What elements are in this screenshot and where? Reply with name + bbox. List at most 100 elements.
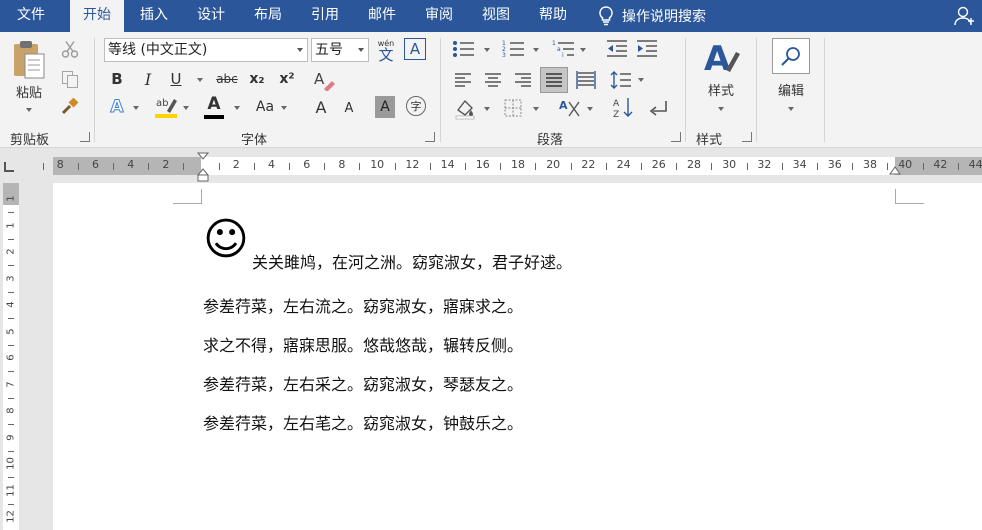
underline-dropdown-arrow[interactable] [197, 78, 203, 82]
smiley-emoji[interactable]: ☺ [203, 215, 251, 265]
font-launcher[interactable] [425, 132, 435, 142]
format-painter-icon[interactable] [61, 98, 79, 116]
tab-selector-icon[interactable] [4, 162, 14, 172]
font-color-dropdown-arrow[interactable] [234, 106, 240, 110]
shrink-font-button[interactable]: A [338, 98, 360, 118]
styles-button[interactable]: A 样式 [692, 38, 750, 122]
align-right-icon[interactable] [514, 72, 532, 88]
clear-formatting-icon[interactable]: A [312, 67, 336, 91]
phonetic-guide-button[interactable]: wén 文 [374, 37, 398, 65]
underline-button[interactable]: U [165, 68, 187, 90]
highlight-dropdown-arrow[interactable] [183, 106, 189, 110]
doc-line[interactable]: 求之不得，寤寐思服。悠哉悠哉，辗转反侧。 [203, 332, 523, 356]
group-divider [685, 38, 686, 142]
ruler-number: 4 [5, 301, 17, 308]
increase-indent-icon[interactable] [636, 40, 658, 58]
svg-text:ab: ab [156, 98, 168, 109]
tab-help[interactable]: 帮助 [527, 0, 579, 32]
borders-dropdown-arrow[interactable] [533, 107, 539, 111]
asian-layout-icon[interactable]: A [558, 98, 582, 120]
align-left-icon[interactable] [454, 72, 472, 88]
font-name-dropdown[interactable]: 等线 (中文正文) [104, 38, 308, 62]
tab-references[interactable]: 引用 [299, 0, 351, 32]
indent-markers-icon[interactable] [197, 152, 209, 182]
change-case-dropdown-arrow[interactable] [281, 106, 287, 110]
doc-line[interactable]: 参差荇菜，左右流之。窈窕淑女，寤寐求之。 [203, 293, 523, 317]
numbering-dropdown-arrow[interactable] [533, 48, 539, 52]
ruler-tick [8, 450, 14, 452]
doc-line[interactable]: 参差荇菜，左右芼之。窈窕淑女，钟鼓乐之。 [203, 410, 523, 434]
ruler-number: 6 [303, 158, 311, 171]
font-size-dropdown[interactable]: 五号 [311, 38, 369, 62]
editing-button[interactable]: 编辑 [764, 38, 818, 122]
change-case-button[interactable]: Aa [253, 96, 277, 118]
align-center-icon[interactable] [484, 72, 502, 88]
ruler-number: 7 [5, 380, 17, 388]
ruler-number: 4 [127, 158, 135, 171]
highlight-icon[interactable]: ab [154, 95, 180, 119]
font-color-bar [204, 115, 224, 119]
tab-mailings[interactable]: 邮件 [356, 0, 408, 32]
styles-icon: A [704, 39, 740, 78]
italic-button[interactable]: I [137, 68, 159, 90]
enclose-characters-button[interactable]: 字 [406, 96, 426, 116]
right-indent-marker-icon[interactable] [889, 166, 901, 176]
font-color-button[interactable]: A [203, 94, 225, 114]
clipboard-launcher[interactable] [80, 132, 90, 142]
paragraph-shading-icon[interactable] [454, 98, 476, 120]
paste-button[interactable]: 粘贴 [6, 38, 52, 116]
bullets-icon[interactable] [452, 40, 476, 58]
margin-corner-mark [201, 189, 202, 203]
tab-layout[interactable]: 布局 [242, 0, 294, 32]
tab-file[interactable]: 文件 [0, 0, 62, 32]
shading-dropdown-arrow[interactable] [484, 107, 490, 111]
styles-launcher[interactable] [742, 132, 752, 142]
line-spacing-dropdown-arrow[interactable] [638, 78, 644, 82]
strikethrough-button[interactable]: abc [212, 68, 242, 90]
multilevel-list-icon[interactable]: 1ai [552, 40, 576, 58]
ruler-tick [957, 163, 959, 170]
ruler-number: 8 [5, 407, 17, 414]
character-shading-button[interactable]: A [375, 96, 395, 118]
tab-insert[interactable]: 插入 [128, 0, 180, 32]
add-user-icon[interactable] [954, 5, 976, 27]
sort-icon[interactable]: AZ [612, 96, 634, 120]
distributed-icon[interactable] [576, 70, 596, 90]
doc-line[interactable]: 关关雎鸠，在河之洲。窈窕淑女，君子好逑。 [252, 249, 572, 273]
numbering-icon[interactable]: 123 [502, 40, 526, 58]
svg-text:3: 3 [502, 52, 506, 58]
text-effects-button[interactable]: A [106, 96, 128, 118]
justify-button[interactable] [540, 67, 568, 93]
borders-icon[interactable] [503, 98, 523, 118]
tell-me-search[interactable]: 操作说明搜索 [598, 4, 706, 28]
text-effects-dropdown-arrow[interactable] [133, 106, 139, 110]
cut-icon[interactable] [61, 40, 79, 58]
multilevel-dropdown-arrow[interactable] [580, 48, 586, 52]
ruler-tick [676, 163, 678, 170]
character-border-button[interactable]: A [404, 38, 426, 60]
tab-design[interactable]: 设计 [185, 0, 237, 32]
ruler-number: 6 [92, 158, 99, 171]
superscript-button[interactable]: x² [275, 68, 299, 90]
horizontal-ruler[interactable]: 8 6 4 2 2 4 6 8 10 12 14 16 18 20 22 24 26 28 30 32 34 36 38 40… [42, 157, 982, 175]
ruler-tick [42, 163, 44, 170]
show-marks-icon[interactable] [648, 100, 670, 118]
line-spacing-icon[interactable] [610, 70, 632, 90]
bold-button[interactable]: B [106, 68, 128, 90]
bullets-dropdown-arrow[interactable] [484, 48, 490, 52]
decrease-indent-icon[interactable] [606, 40, 628, 58]
tab-review[interactable]: 审阅 [413, 0, 465, 32]
ruler-number: 9 [5, 433, 17, 441]
paragraph-launcher[interactable] [671, 132, 681, 142]
tab-home[interactable]: 开始 [70, 0, 124, 33]
document-page[interactable]: ☺ 关关雎鸠，在河之洲。窈窕淑女，君子好逑。 参差荇菜，左右流之。窈窕淑女，寤寐… [53, 183, 982, 530]
copy-icon[interactable] [61, 70, 79, 88]
subscript-button[interactable]: x₂ [245, 68, 269, 90]
asian-layout-dropdown-arrow[interactable] [587, 107, 593, 111]
tab-view[interactable]: 视图 [470, 0, 522, 32]
doc-line[interactable]: 参差荇菜，左右采之。窈窕淑女，琴瑟友之。 [203, 371, 523, 395]
ruler-number: 1 [5, 221, 17, 229]
vertical-ruler[interactable]: 1 1 2 3 4 5 6 7 8 9 10 11 12 [0, 183, 22, 530]
grow-font-button[interactable]: A [310, 96, 332, 118]
ruler-tick [8, 477, 14, 478]
